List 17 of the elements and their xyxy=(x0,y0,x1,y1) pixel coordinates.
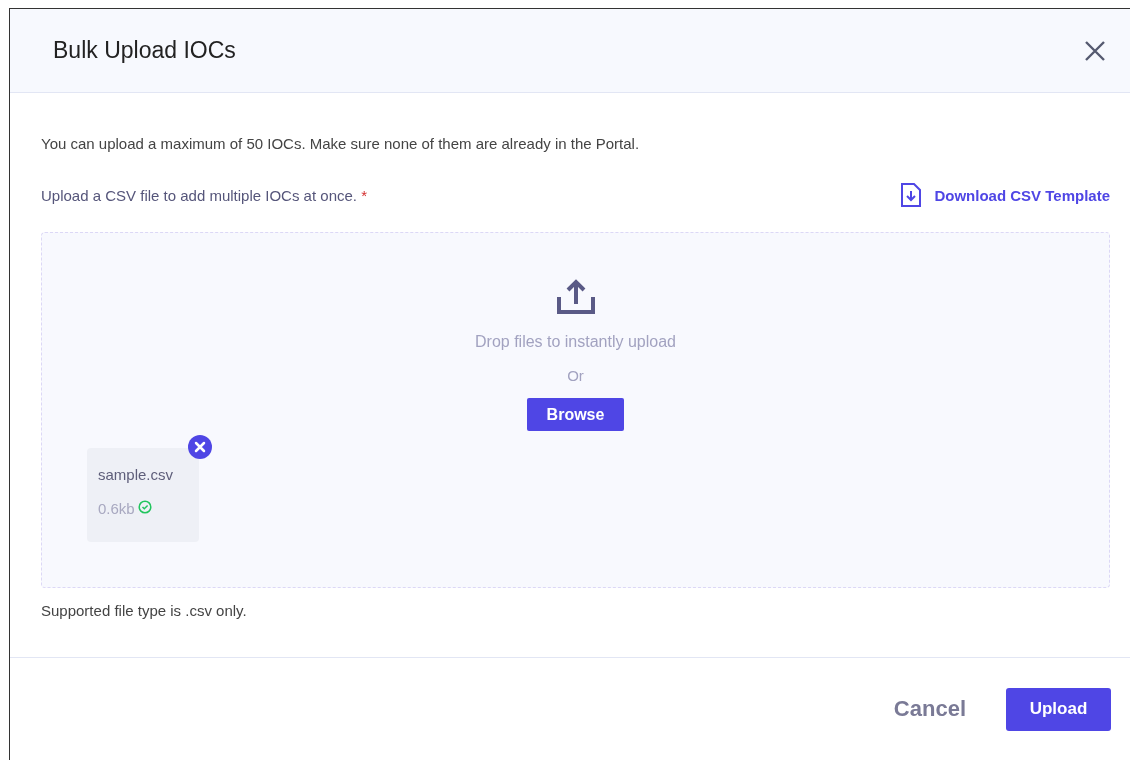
file-name: sample.csv xyxy=(98,466,174,483)
cancel-button[interactable]: Cancel xyxy=(887,695,972,723)
download-file-icon xyxy=(900,182,923,208)
intro-text: You can upload a maximum of 50 IOCs. Make sure none of them are already in the Portal. xyxy=(41,135,641,152)
upload-label: Upload a CSV file to add multiple IOCs at once. * xyxy=(41,186,367,204)
file-size: 0.6kb xyxy=(98,500,135,517)
download-template-link[interactable]: Download CSV Template xyxy=(900,182,1110,208)
remove-file-icon[interactable] xyxy=(188,435,212,459)
browse-button[interactable]: Browse xyxy=(527,398,624,431)
upload-button[interactable]: Upload xyxy=(1006,687,1111,731)
drop-hint: Drop files to instantly upload xyxy=(475,333,676,351)
dialog-title: Bulk Upload IOCs xyxy=(53,37,236,64)
drop-zone[interactable]: Drop files to instantly upload Or Browse sample.csv 0.6kb xyxy=(41,232,1110,588)
file-type-note: Supported file type is .csv only. xyxy=(41,602,248,619)
or-separator: Or xyxy=(567,367,584,384)
close-icon[interactable] xyxy=(1084,39,1106,62)
upload-icon xyxy=(555,279,596,315)
